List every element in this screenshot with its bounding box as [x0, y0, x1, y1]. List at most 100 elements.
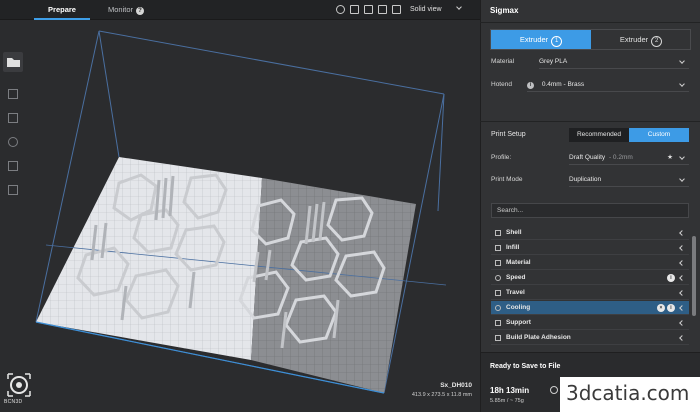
settings-search-input[interactable]: Search... — [491, 203, 689, 218]
fan-icon — [495, 305, 501, 311]
chevron-down-icon — [679, 154, 685, 160]
help-icon: ? — [136, 7, 144, 15]
open-file-button[interactable] — [3, 52, 23, 72]
settings-category-shell[interactable]: Shell — [491, 226, 689, 240]
scale-icon — [8, 113, 18, 123]
hotend-label: Hotend — [491, 81, 512, 88]
material-category-label: Material — [506, 259, 531, 266]
settings-category-support[interactable]: Support — [491, 316, 689, 330]
chevron-left-icon — [679, 245, 685, 251]
per-model-settings-icon — [8, 185, 18, 195]
view-top-icon[interactable] — [364, 5, 373, 14]
settings-category-travel[interactable]: Travel — [491, 286, 689, 300]
recommended-button[interactable]: Recommended — [569, 128, 629, 142]
view-front-icon[interactable] — [350, 5, 359, 14]
tab-prepare-label: Prepare — [48, 5, 76, 14]
settings-category-cooling[interactable]: Cooling × i — [491, 301, 689, 315]
ready-status: Ready to Save to File — [490, 363, 561, 370]
settings-scrollbar[interactable] — [692, 236, 696, 316]
mirror-tool-button[interactable] — [3, 156, 23, 176]
profile-label: Profile: — [491, 154, 512, 161]
info-icon: i — [527, 82, 534, 89]
logo-text: BCN3D — [4, 399, 23, 405]
material-icon — [495, 260, 501, 266]
settings-category-speed[interactable]: Speed i — [491, 271, 689, 285]
model-info: Sx_DH010 413.9 x 273.5 x 11.8 mm — [412, 382, 472, 398]
extruder-2-label: Extruder — [619, 35, 649, 44]
info-icon: i — [667, 304, 675, 312]
extruder-1-label: Extruder — [519, 35, 549, 44]
chevron-down-icon — [679, 176, 685, 182]
view-mode-label: Solid view — [410, 6, 442, 13]
rotate-icon — [8, 137, 18, 147]
shell-label: Shell — [506, 229, 522, 236]
material-label: Material — [491, 58, 515, 65]
move-tool-button[interactable] — [3, 84, 23, 104]
chevron-left-icon — [679, 275, 685, 281]
model-dimensions: 413.9 x 273.5 x 11.8 mm — [411, 392, 472, 398]
profile-value: Draft Quality — [569, 154, 606, 161]
speed-icon — [495, 275, 501, 281]
build-plate-adhesion-label: Build Plate Adhesion — [506, 334, 571, 341]
travel-label: Travel — [506, 289, 525, 296]
mirror-icon — [8, 161, 18, 171]
3d-viewport[interactable]: BCN3D Sx_DH010 413.9 x 273.5 x 11.8 mm — [3, 20, 480, 412]
custom-button[interactable]: Custom — [629, 128, 689, 142]
settings-category-build-plate-adhesion[interactable]: Build Plate Adhesion — [491, 331, 689, 345]
tab-prepare[interactable]: Prepare — [34, 0, 90, 20]
print-time: 18h 13min — [490, 386, 530, 395]
panel-divider — [480, 121, 700, 122]
profile-select[interactable]: Draft Quality - 0.2mm ★ — [569, 151, 689, 165]
chevron-left-icon — [679, 290, 685, 296]
extruder-1-number: 1 — [551, 36, 563, 47]
cooling-label: Cooling — [506, 304, 531, 311]
chevron-down-icon — [679, 81, 685, 87]
chevron-left-icon — [679, 230, 685, 236]
chevron-left-icon — [679, 260, 685, 266]
print-mode-value: Duplication — [569, 176, 602, 183]
print-mode-select[interactable]: Duplication — [569, 173, 689, 187]
tab-monitor[interactable]: Monitor? — [98, 0, 154, 20]
rotate-tool-button[interactable] — [3, 132, 23, 152]
adhesion-icon — [495, 335, 501, 341]
extruder-2-number: 2 — [651, 36, 663, 47]
star-icon: ★ — [667, 154, 673, 161]
support-label: Support — [506, 319, 531, 326]
view-right-icon[interactable] — [392, 5, 401, 14]
info-icon: i — [667, 274, 675, 282]
tab-extruder-2[interactable]: Extruder 2 — [591, 30, 691, 49]
shell-icon — [495, 230, 501, 236]
per-model-settings-button[interactable] — [3, 180, 23, 200]
chevron-left-icon — [679, 320, 685, 326]
scale-tool-button[interactable] — [3, 108, 23, 128]
top-bar: Prepare Monitor? Solid view — [0, 0, 480, 20]
tab-extruder-1[interactable]: Extruder 1 — [491, 30, 591, 49]
hotend-select[interactable]: i 0.4mm - Brass — [527, 78, 689, 92]
watermark-text: 3dcatia.com — [566, 381, 690, 405]
view-3d-icon[interactable] — [336, 5, 345, 14]
print-info-icon[interactable] — [550, 386, 558, 394]
print-setup-label: Print Setup — [491, 131, 526, 138]
view-mode-dropdown[interactable]: Solid view — [410, 0, 463, 20]
material-select[interactable]: Grey PLA — [539, 55, 689, 69]
settings-category-material[interactable]: Material — [491, 256, 689, 270]
profile-suffix: - 0.2mm — [608, 154, 633, 161]
chevron-down-icon — [679, 58, 685, 64]
chevron-left-icon — [679, 335, 685, 341]
view-left-icon[interactable] — [378, 5, 387, 14]
infill-label: Infill — [506, 244, 520, 251]
chevron-left-icon — [679, 305, 685, 311]
panel-divider — [480, 22, 700, 23]
build-volume-scene — [35, 30, 447, 394]
speed-label: Speed — [506, 274, 526, 281]
hotend-value: 0.4mm - Brass — [541, 81, 585, 88]
folder-icon — [7, 58, 20, 67]
reset-icon[interactable]: × — [657, 304, 665, 312]
support-icon — [495, 320, 501, 326]
printer-name: Sigmax — [490, 6, 519, 15]
travel-icon — [495, 290, 501, 296]
infill-icon — [495, 245, 501, 251]
settings-category-infill[interactable]: Infill — [491, 241, 689, 255]
search-placeholder: Search... — [497, 207, 524, 214]
material-usage: 5.85m / ~ 75g — [490, 398, 524, 404]
